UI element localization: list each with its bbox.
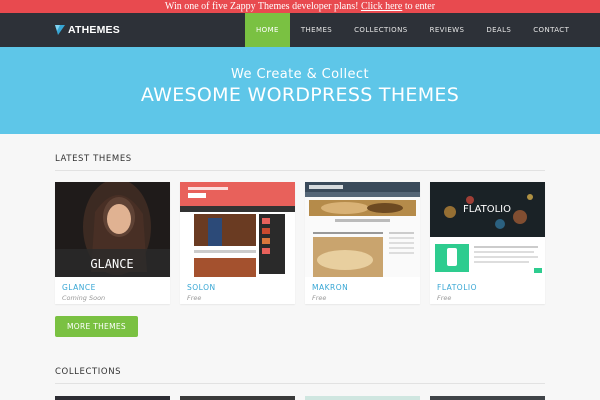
collections-heading: COLLECTIONS — [55, 367, 122, 377]
nav-themes[interactable]: THEMES — [290, 13, 343, 47]
hero-banner: We Create & Collect AWESOME WORDPRESS TH… — [0, 47, 600, 134]
nav-deals[interactable]: DEALS — [475, 13, 522, 47]
promo-suffix: to enter — [402, 1, 436, 12]
nav-reviews[interactable]: REVIEWS — [419, 13, 476, 47]
theme-name[interactable]: SOLON — [180, 277, 295, 292]
theme-status: Coming Soon — [62, 294, 106, 302]
main-content: LATEST THEMES GLANCE GLANCE Coming Soon — [0, 134, 600, 400]
main-menu: HOME THEMES COLLECTIONS REVIEWS DEALS CO… — [245, 13, 580, 47]
promo-link[interactable]: Click here — [361, 1, 402, 12]
top-navbar: ATHEMES HOME THEMES COLLECTIONS REVIEWS … — [0, 13, 600, 47]
logo-triangle-icon — [55, 25, 65, 35]
theme-status: Free — [312, 294, 327, 302]
theme-card-makron[interactable]: MAKRON Free — [305, 182, 420, 304]
theme-card-flatolio[interactable]: FLATOLIO FLATOLIO Free — [430, 182, 545, 304]
nav-contact[interactable]: CONTACT — [522, 13, 580, 47]
collection-card-preview[interactable] — [430, 396, 545, 400]
theme-status: Free — [437, 294, 452, 302]
theme-card-solon[interactable]: SOLON Free — [180, 182, 295, 304]
nav-home[interactable]: HOME — [245, 13, 290, 47]
more-themes-button[interactable]: MORE THEMES — [55, 316, 138, 337]
logo-text: ATHEMES — [68, 24, 120, 36]
promo-banner: Win one of five Zappy Themes developer p… — [0, 0, 600, 13]
theme-grid: GLANCE GLANCE Coming Soon SOLON Free MAK… — [55, 182, 545, 304]
collection-card-preview[interactable] — [305, 396, 420, 400]
nav-collections[interactable]: COLLECTIONS — [343, 13, 418, 47]
theme-thumbnail[interactable]: FLATOLIO — [430, 182, 545, 277]
flatolio-overlay-label: FLATOLIO — [463, 204, 511, 215]
glance-preview-image: GLANCE — [55, 182, 170, 277]
collection-card-preview[interactable] — [55, 396, 170, 400]
theme-name[interactable]: FLATOLIO — [430, 277, 545, 292]
hero-subtitle: We Create & Collect — [231, 67, 369, 82]
site-logo[interactable]: ATHEMES — [55, 23, 120, 37]
theme-thumbnail[interactable] — [305, 182, 420, 277]
promo-text: Win one of five Zappy Themes developer p… — [164, 1, 361, 12]
glance-overlay-label: GLANCE — [90, 257, 133, 271]
collection-card-preview[interactable] — [180, 396, 295, 400]
theme-card-glance[interactable]: GLANCE GLANCE Coming Soon — [55, 182, 170, 304]
theme-name[interactable]: GLANCE — [55, 277, 170, 292]
theme-thumbnail[interactable]: GLANCE — [55, 182, 170, 277]
hero-title: AWESOME WORDPRESS THEMES — [140, 84, 460, 106]
theme-status: Free — [187, 294, 202, 302]
section-divider — [55, 383, 545, 384]
section-divider — [55, 170, 545, 171]
theme-name[interactable]: MAKRON — [305, 277, 420, 292]
makron-preview-image — [305, 182, 420, 277]
theme-thumbnail[interactable] — [180, 182, 295, 277]
solon-preview-image — [180, 182, 295, 277]
latest-themes-heading: LATEST THEMES — [55, 154, 132, 164]
flatolio-preview-image: FLATOLIO — [430, 182, 545, 277]
